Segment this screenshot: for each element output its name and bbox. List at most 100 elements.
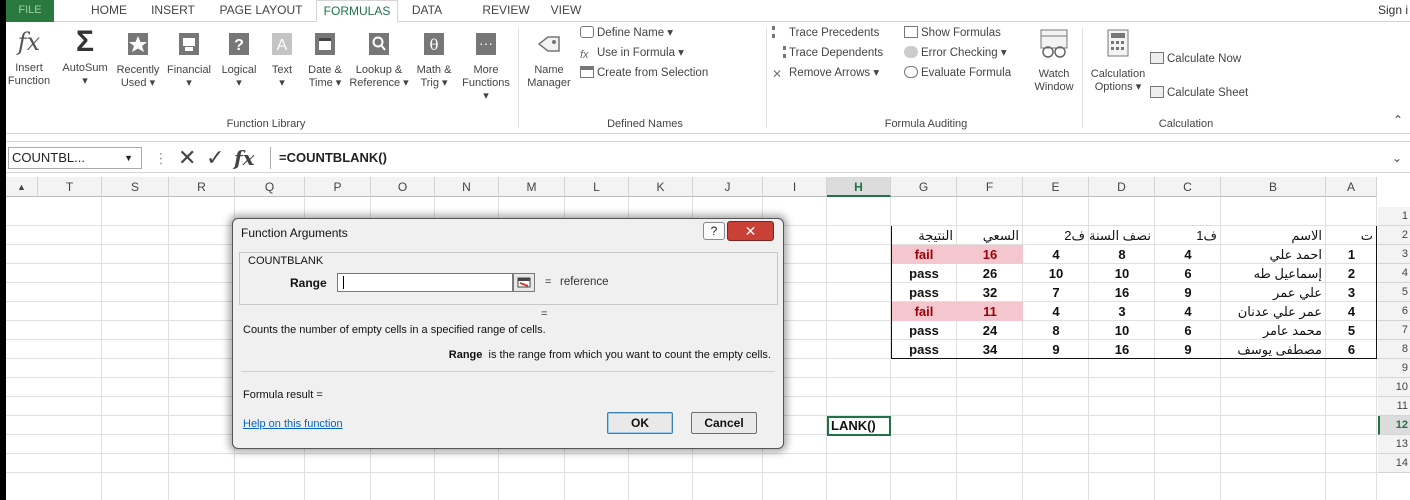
tab-formulas[interactable]: FORMULAS — [316, 0, 398, 23]
column-header-t[interactable]: T — [38, 177, 102, 197]
show-formulas-button[interactable]: Show Formulas — [904, 24, 1001, 42]
remove-arrows-button[interactable]: ✕ Remove Arrows ▾ — [772, 64, 879, 82]
calculate-sheet-button[interactable]: Calculate Sheet — [1150, 84, 1248, 102]
column-header-l[interactable]: L — [565, 177, 629, 197]
tab-view[interactable]: VIEW — [546, 0, 586, 22]
select-all-corner[interactable]: ▲ — [6, 177, 38, 197]
column-header-f[interactable]: F — [957, 177, 1023, 197]
function-arguments-dialog: Function Arguments ? ✕ COUNTBLANK Range … — [232, 218, 784, 449]
range-select-icon — [517, 277, 531, 288]
name-manager-button[interactable]: Name Manager — [524, 26, 574, 90]
sign-in-link[interactable]: Sign i — [1378, 0, 1408, 21]
group-divider — [766, 28, 767, 128]
trace-precedents-button[interactable]: Trace Precedents — [772, 24, 879, 42]
function-result-equals: = — [541, 308, 548, 320]
financial-button[interactable]: Financial ▾ — [164, 26, 214, 90]
column-header-n[interactable]: N — [435, 177, 499, 197]
row-header-7[interactable]: 7 — [1378, 321, 1410, 340]
chevron-down-icon: ▼ — [124, 153, 133, 163]
row-header-13[interactable]: 13 — [1378, 435, 1410, 454]
name-box[interactable]: COUNTBL... ▼ — [8, 147, 142, 169]
define-name-button[interactable]: Define Name ▾ — [580, 24, 673, 42]
lookup-reference-button[interactable]: Lookup & Reference ▾ — [348, 26, 410, 90]
active-cell-h12[interactable]: LANK() — [827, 416, 891, 436]
column-header-h[interactable]: H — [827, 177, 891, 197]
column-header-g[interactable]: G — [891, 177, 957, 197]
row-header-6[interactable]: 6 — [1378, 302, 1410, 321]
show-formulas-icon — [904, 26, 918, 38]
calculation-options-button[interactable]: Calculation Options ▾ — [1086, 26, 1150, 94]
column-header-j[interactable]: J — [693, 177, 763, 197]
column-header-b[interactable]: B — [1221, 177, 1326, 197]
row-header-14[interactable]: 14 — [1378, 454, 1410, 473]
gridline-horizontal — [6, 453, 1378, 454]
more-functions-button[interactable]: ··· More Functions ▾ — [458, 26, 514, 103]
collapse-ribbon-icon[interactable]: ⌃ — [1390, 114, 1406, 127]
tab-review[interactable]: REVIEW — [476, 0, 536, 22]
column-header-d[interactable]: D — [1089, 177, 1155, 197]
text-button[interactable]: A Text ▾ — [264, 26, 300, 90]
calculate-now-button[interactable]: Calculate Now — [1150, 50, 1241, 68]
column-header-c[interactable]: C — [1155, 177, 1221, 197]
expand-formula-bar-icon[interactable]: ⌄ — [1392, 145, 1402, 171]
math-trig-button[interactable]: θ Math & Trig ▾ — [410, 26, 458, 90]
tab-file[interactable]: FILE — [6, 0, 54, 22]
magnifier-icon — [348, 32, 410, 60]
row-header-12[interactable]: 12 — [1378, 416, 1410, 435]
calculate-sheet-icon — [1150, 86, 1164, 98]
row-header-11[interactable]: 11 — [1378, 397, 1410, 416]
column-header-o[interactable]: O — [371, 177, 435, 197]
formula-bar-grip-icon: ⋮ — [154, 150, 168, 166]
calculation-group-label: Calculation — [1158, 118, 1214, 130]
column-header-q[interactable]: Q — [235, 177, 305, 197]
help-on-function-link[interactable]: Help on this function — [243, 418, 343, 430]
trace-dependents-button[interactable]: Trace Dependents — [772, 44, 883, 62]
row-header-8[interactable]: 8 — [1378, 340, 1410, 359]
column-header-p[interactable]: P — [305, 177, 371, 197]
insert-function-button[interactable]: fx Insert Function — [6, 26, 52, 88]
close-button[interactable]: ✕ — [727, 221, 774, 241]
column-header-e[interactable]: E — [1023, 177, 1089, 197]
recently-used-button[interactable]: Recently Used ▾ — [112, 26, 164, 90]
formula-input[interactable]: =COUNTBLANK() — [270, 147, 1410, 169]
column-header-m[interactable]: M — [499, 177, 565, 197]
row-header-2[interactable]: 2 — [1378, 226, 1410, 245]
row-header-5[interactable]: 5 — [1378, 283, 1410, 302]
watch-window-button[interactable]: Watch Window — [1032, 26, 1076, 94]
tab-data[interactable]: DATA — [404, 0, 450, 22]
use-in-formula-button[interactable]: fx Use in Formula ▾ — [580, 44, 684, 62]
financial-icon — [164, 32, 214, 60]
tab-insert[interactable]: INSERT — [144, 0, 202, 22]
date-time-button[interactable]: Date & Time ▾ — [300, 26, 350, 90]
column-header-r[interactable]: R — [169, 177, 235, 197]
evaluate-formula-button[interactable]: Evaluate Formula — [904, 64, 1011, 82]
column-header-k[interactable]: K — [629, 177, 693, 197]
cancel-entry-icon[interactable]: ✕ — [178, 145, 196, 171]
row-header-9[interactable]: 9 — [1378, 359, 1410, 378]
cancel-button[interactable]: Cancel — [691, 412, 757, 434]
create-from-selection-button[interactable]: Create from Selection — [580, 64, 708, 82]
column-header-a[interactable]: A — [1326, 177, 1377, 197]
autosum-button[interactable]: Σ AutoSum ▾ — [56, 26, 114, 88]
calendar-icon — [300, 32, 350, 60]
help-button[interactable]: ? — [703, 222, 725, 240]
row-header-4[interactable]: 4 — [1378, 264, 1410, 283]
confirm-entry-icon[interactable]: ✓ — [206, 145, 224, 171]
tab-page-layout[interactable]: PAGE LAYOUT — [211, 0, 311, 22]
row-header-1[interactable]: 1 — [1378, 207, 1410, 226]
formula-result: Formula result = — [243, 389, 323, 401]
collapse-dialog-button[interactable] — [513, 273, 535, 292]
column-header-i[interactable]: I — [763, 177, 827, 197]
logical-button[interactable]: ? Logical ▾ — [216, 26, 262, 90]
gridline-vertical — [826, 197, 827, 500]
row-header-3[interactable]: 3 — [1378, 245, 1410, 264]
watch-window-icon — [1032, 28, 1076, 64]
error-checking-button[interactable]: Error Checking ▾ — [904, 44, 1007, 62]
column-header-s[interactable]: S — [102, 177, 169, 197]
tab-home[interactable]: HOME — [84, 0, 134, 22]
range-input[interactable] — [337, 273, 513, 292]
ellipsis-icon: ··· — [458, 32, 514, 60]
ok-button[interactable]: OK — [607, 412, 673, 434]
row-header-10[interactable]: 10 — [1378, 378, 1410, 397]
insert-function-icon[interactable]: fx — [234, 145, 255, 171]
